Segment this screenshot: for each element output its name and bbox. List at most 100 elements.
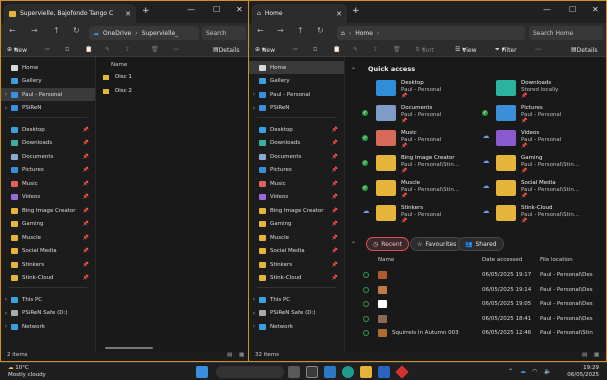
chevron-up-icon[interactable]: ⌃ <box>508 368 513 375</box>
sidebar-item[interactable]: Home <box>1 61 95 74</box>
weather-widget[interactable]: ☁ 10°C Mostly cloudy <box>8 365 46 379</box>
chevron-right-icon[interactable]: › <box>1 323 11 330</box>
back-icon[interactable]: ← <box>9 26 16 35</box>
forward-icon[interactable]: → <box>31 26 38 35</box>
forward-icon[interactable]: → <box>277 26 284 35</box>
sidebar-item[interactable]: Documents 📌 <box>1 150 95 163</box>
onedrive-icon[interactable]: ☁ <box>520 368 526 375</box>
refresh-icon[interactable]: ↻ <box>73 26 80 35</box>
mail-icon[interactable] <box>324 366 336 378</box>
table-row[interactable]: Squirrels In Autumn 003 06/05/2025 12:46 P… <box>346 326 606 340</box>
terminal-icon[interactable] <box>306 366 318 378</box>
column-header-location[interactable]: File location <box>540 257 573 263</box>
tab-recent[interactable]: ◷ Recent <box>366 237 409 251</box>
close-icon[interactable]: ✕ <box>592 5 599 14</box>
table-row[interactable]: 06/05/2025 19:05 Paul - Personal\Des <box>346 297 606 311</box>
quick-access-item[interactable]: ✓ Music Paul - Personal 📌 <box>362 127 482 151</box>
chevron-right-icon[interactable]: › <box>1 296 11 303</box>
word-icon[interactable] <box>378 366 390 378</box>
share-icon[interactable]: ⇪ <box>125 44 130 56</box>
app-icon[interactable] <box>395 365 409 379</box>
chevron-down-icon[interactable]: ⌄ <box>351 238 356 245</box>
list-item[interactable]: Disc 1 <box>103 74 132 80</box>
sidebar-item[interactable]: Downloads 📌 <box>1 137 95 150</box>
sidebar-item[interactable]: Music 📌 <box>249 177 344 190</box>
breadcrumb-folder[interactable]: Supervielle_ <box>142 30 179 37</box>
column-header-date[interactable]: Date accessed <box>482 257 522 263</box>
sidebar-item[interactable]: Social Media 📌 <box>1 245 95 258</box>
close-tab-icon[interactable]: ✕ <box>336 10 342 18</box>
cut-icon[interactable]: ✂ <box>293 44 298 56</box>
sort-button[interactable]: ⇅ Sort ▾ <box>415 44 434 56</box>
explorer-tab[interactable]: Supervielle, Bajofondo Tango C ✕ <box>4 4 136 23</box>
quick-access-item[interactable]: ☁ Stinkers Paul - Personal 📌 <box>362 202 482 226</box>
sidebar-item[interactable]: › Network <box>1 320 95 333</box>
more-icon[interactable]: ⋯ <box>173 44 179 56</box>
wifi-icon[interactable]: ◠ <box>532 368 537 375</box>
sidebar-item[interactable]: Videos 📌 <box>249 191 344 204</box>
chevron-right-icon[interactable]: › <box>249 296 259 303</box>
sidebar-item[interactable]: Videos 📌 <box>1 191 95 204</box>
sidebar-item[interactable]: Muscle 📌 <box>249 231 344 244</box>
details-button[interactable]: ▤ Details <box>213 44 239 56</box>
quick-access-item[interactable]: ✓ Documents Paul - Personal 📌 <box>362 102 482 126</box>
minimize-icon[interactable]: — <box>543 5 551 14</box>
explorer-tab[interactable]: ⌂ Home ✕ <box>252 4 347 23</box>
back-icon[interactable]: ← <box>257 26 264 35</box>
sidebar-item[interactable]: Home <box>249 61 344 74</box>
tiles-view-icon[interactable]: ▦ <box>239 352 244 358</box>
address-bar[interactable]: ⌂ › Home › <box>337 26 525 40</box>
sidebar-item[interactable]: › PSiReN Safe (D:) <box>249 307 344 320</box>
rename-icon[interactable]: ✎ <box>105 44 110 56</box>
list-item[interactable]: Disc 2 <box>103 88 132 94</box>
file-explorer-icon[interactable] <box>360 366 372 378</box>
address-bar[interactable]: ☁ OneDrive › Supervielle_ <box>89 26 199 40</box>
new-button[interactable]: ⊕ New ▾ <box>7 44 27 56</box>
quick-access-item[interactable]: ☁ Social Media Paul - Personal\Stin... 📌 <box>482 177 602 201</box>
up-icon[interactable]: ↑ <box>53 26 60 35</box>
cut-icon[interactable]: ✂ <box>45 44 50 56</box>
refresh-icon[interactable]: ↻ <box>317 26 324 35</box>
quick-access-item[interactable]: Desktop Paul - Personal 📌 <box>362 77 482 101</box>
sidebar-item[interactable]: Pictures 📌 <box>249 164 344 177</box>
sidebar-item[interactable]: Downloads 📌 <box>249 137 344 150</box>
chevron-right-icon[interactable]: › <box>249 323 259 330</box>
sidebar-item[interactable]: › This PC <box>1 293 95 306</box>
delete-icon[interactable]: 🗑 <box>151 44 159 56</box>
sidebar-item[interactable]: Bing Image Creator 📌 <box>1 204 95 217</box>
edge-icon[interactable] <box>342 366 354 378</box>
tab-shared[interactable]: 👥 Shared <box>458 237 504 251</box>
chevron-right-icon[interactable]: › <box>249 91 259 98</box>
column-header-name[interactable]: Name <box>111 62 127 68</box>
table-row[interactable]: 06/05/2025 19:17 Paul - Personal\Des <box>346 268 606 282</box>
sidebar-item[interactable]: Gaming 📌 <box>1 218 95 231</box>
close-tab-icon[interactable]: ✕ <box>125 10 131 18</box>
chevron-right-icon[interactable]: › <box>249 105 259 112</box>
maximize-icon[interactable]: ☐ <box>569 5 576 14</box>
up-icon[interactable]: ↑ <box>297 26 304 35</box>
breadcrumb-onedrive[interactable]: OneDrive <box>103 30 131 37</box>
sidebar-item[interactable]: Stinkers 📌 <box>249 258 344 271</box>
details-view-icon[interactable]: ▤ <box>227 352 232 358</box>
chevron-right-icon[interactable]: › <box>1 91 11 98</box>
new-button[interactable]: ⊕ New ▾ <box>255 44 275 56</box>
chevron-right-icon[interactable]: › <box>1 105 11 112</box>
new-tab-button[interactable]: + <box>142 6 150 16</box>
chevron-right-icon[interactable]: › <box>249 310 259 317</box>
sidebar-item[interactable]: Bing Image Creator 📌 <box>249 204 344 217</box>
details-view-icon[interactable]: ▤ <box>582 352 587 358</box>
search-input[interactable]: Search Home <box>529 26 603 40</box>
sidebar-item[interactable]: Pictures 📌 <box>1 164 95 177</box>
sidebar-item[interactable]: › PSiReN <box>249 102 344 115</box>
taskbar-search[interactable] <box>216 366 284 378</box>
sidebar-item[interactable]: Desktop 📌 <box>249 123 344 136</box>
delete-icon[interactable]: 🗑 <box>393 44 401 56</box>
sidebar-item[interactable]: Gallery <box>1 75 95 88</box>
quick-access-item[interactable]: ✓ Bing Image Creator Paul - Personal\Stin.… <box>362 152 482 176</box>
chevron-right-icon[interactable]: › <box>1 310 11 317</box>
minimize-icon[interactable]: — <box>187 5 195 14</box>
column-header-name[interactable]: Name <box>378 257 394 263</box>
copy-icon[interactable]: ⧉ <box>65 44 69 56</box>
rename-icon[interactable]: ✎ <box>353 44 358 56</box>
sidebar-item[interactable]: Social Media 📌 <box>249 245 344 258</box>
